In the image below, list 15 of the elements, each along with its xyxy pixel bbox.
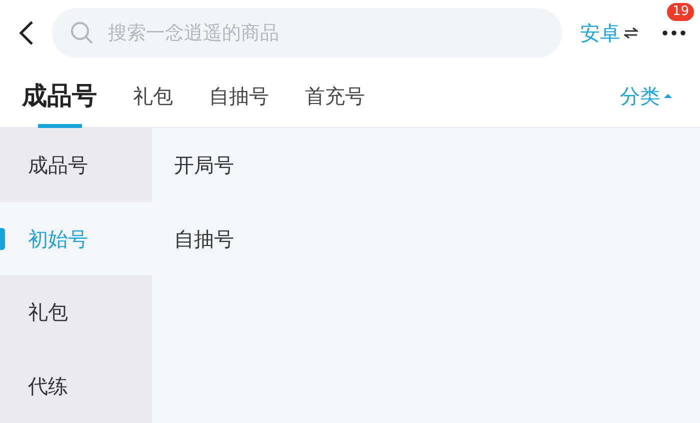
option-link[interactable]: 自抽号 [174, 224, 234, 254]
notification-count: 19 [667, 2, 694, 20]
search-icon [70, 20, 94, 44]
sidebar-item[interactable]: 礼包 [0, 275, 152, 350]
back-icon[interactable] [18, 20, 34, 46]
tab[interactable]: 首充号 [305, 64, 365, 128]
tab[interactable]: 礼包 [133, 64, 173, 128]
sidebar-item[interactable]: 代练 [0, 349, 152, 423]
tab[interactable]: 自抽号 [209, 64, 269, 128]
search-field[interactable]: 搜索一念逍遥的商品 [52, 8, 562, 58]
swap-icon [624, 26, 638, 38]
sidebar-item[interactable]: 成品号 [0, 128, 152, 202]
tab[interactable]: 成品号 [22, 64, 97, 128]
option-link[interactable]: 开局号 [174, 150, 234, 180]
more-icon[interactable] [662, 30, 686, 36]
